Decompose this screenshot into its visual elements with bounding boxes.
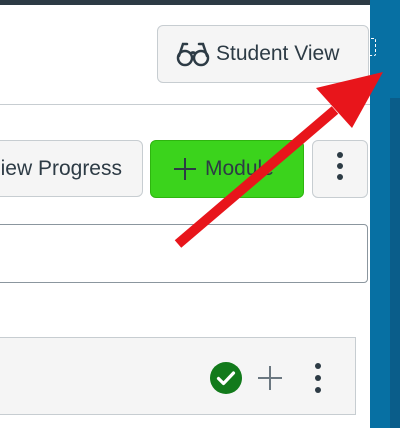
plus-icon <box>171 155 199 183</box>
kebab-menu-icon <box>336 151 344 187</box>
module-options-icon[interactable] <box>308 362 328 394</box>
student-view-button[interactable]: Student View <box>157 25 369 83</box>
view-progress-button[interactable]: iew Progress <box>0 140 143 197</box>
glasses-icon <box>176 41 210 67</box>
course-options-button[interactable] <box>312 140 368 198</box>
global-header-strip <box>0 0 370 5</box>
module-header-row[interactable] <box>0 337 356 415</box>
published-check-icon[interactable] <box>210 362 242 394</box>
student-view-label: Student View <box>216 42 340 65</box>
add-module-button[interactable]: Module <box>150 140 304 198</box>
right-side-tray-scrollbar[interactable] <box>390 98 400 428</box>
add-item-icon[interactable] <box>256 364 284 392</box>
view-progress-label: iew Progress <box>0 156 122 180</box>
header-divider <box>0 104 370 105</box>
add-module-label: Module <box>205 157 274 180</box>
module-filter-input[interactable] <box>0 224 368 283</box>
